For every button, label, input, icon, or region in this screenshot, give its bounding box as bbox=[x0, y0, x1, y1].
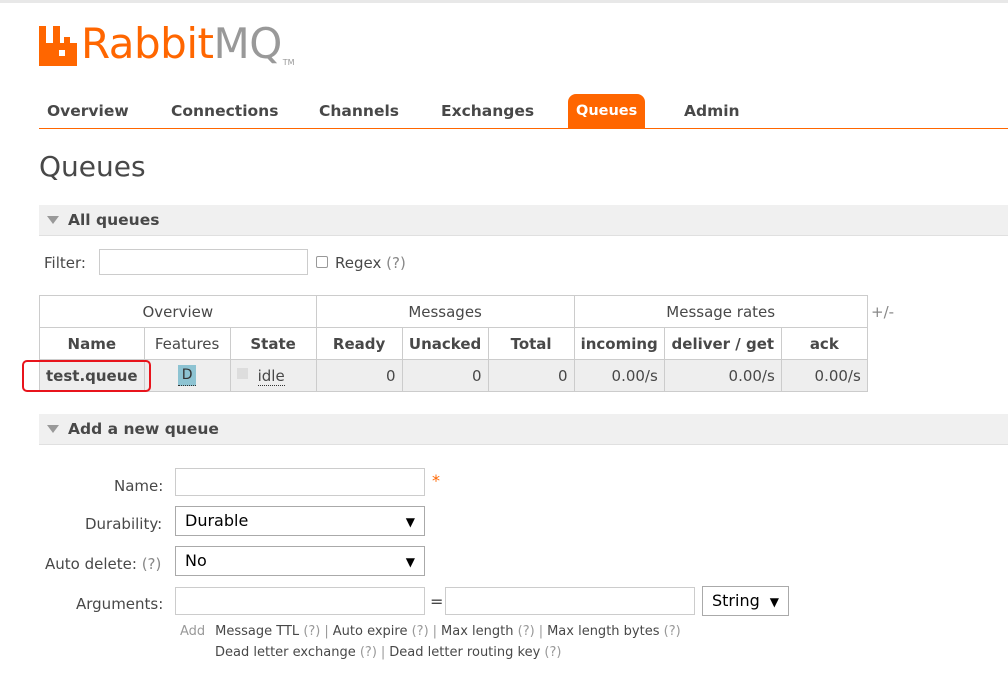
cell-ack: 0.00/s bbox=[780, 359, 868, 392]
col-ack[interactable]: ack bbox=[780, 327, 868, 360]
cell-incoming: 0.00/s bbox=[573, 359, 665, 392]
shortcut-auto-expire[interactable]: Auto expire bbox=[333, 624, 408, 639]
table-row: test.queue D idle 0 0 0 0.00/s 0.00/s 0.… bbox=[39, 359, 868, 392]
argument-shortcuts-line-1: Add Message TTL (?) | Auto expire (?) | Max l… bbox=[180, 624, 681, 639]
auto-delete-help[interactable]: (?) bbox=[142, 555, 162, 573]
all-queues-header[interactable]: All queues bbox=[39, 205, 1008, 236]
queue-state: idle bbox=[257, 366, 285, 386]
main-nav: Overview Connections Channels Exchanges … bbox=[39, 94, 1008, 129]
group-overview: Overview bbox=[39, 295, 317, 328]
col-incoming[interactable]: incoming bbox=[573, 327, 665, 360]
dropdown-arrow-icon: ▼ bbox=[405, 515, 415, 529]
collapse-triangle-icon bbox=[47, 425, 59, 433]
add-queue-heading: Add a new queue bbox=[68, 420, 219, 438]
add-label: Add bbox=[180, 624, 206, 639]
shortcut-message-ttl[interactable]: Message TTL bbox=[215, 624, 299, 639]
shortcut-dead-letter-exchange[interactable]: Dead letter exchange bbox=[215, 645, 356, 660]
rabbitmq-logo: RabbitMQ TM bbox=[39, 22, 295, 72]
tab-overview[interactable]: Overview bbox=[47, 94, 129, 128]
top-border bbox=[0, 0, 1008, 3]
regex-checkbox[interactable] bbox=[316, 256, 328, 268]
shortcut-max-length-bytes[interactable]: Max length bytes bbox=[547, 624, 659, 639]
cell-ready: 0 bbox=[315, 359, 403, 392]
durability-select[interactable]: Durable ▼ bbox=[175, 506, 425, 536]
shortcut-dead-letter-routing-key[interactable]: Dead letter routing key bbox=[389, 645, 540, 660]
tab-connections[interactable]: Connections bbox=[171, 94, 278, 128]
rabbitmq-logo-icon bbox=[39, 26, 77, 66]
state-indicator-icon bbox=[236, 367, 248, 379]
filter-input[interactable] bbox=[99, 249, 308, 275]
cell-deliver-get: 0.00/s bbox=[663, 359, 782, 392]
group-message-rates: Message rates bbox=[573, 295, 868, 328]
col-ready[interactable]: Ready bbox=[315, 327, 403, 360]
feature-durable-badge: D bbox=[177, 365, 197, 386]
collapse-triangle-icon bbox=[47, 216, 59, 224]
tab-channels[interactable]: Channels bbox=[319, 94, 399, 128]
col-deliver-get[interactable]: deliver / get bbox=[663, 327, 782, 360]
cell-unacked: 0 bbox=[401, 359, 489, 392]
col-total[interactable]: Total bbox=[487, 327, 575, 360]
add-queue-header[interactable]: Add a new queue bbox=[39, 414, 1008, 445]
name-label: Name: bbox=[114, 477, 164, 495]
group-messages: Messages bbox=[315, 295, 575, 328]
col-unacked[interactable]: Unacked bbox=[401, 327, 489, 360]
argument-shortcuts-line-2: Dead letter exchange (?) | Dead letter rou… bbox=[215, 645, 562, 660]
filter-label: Filter: bbox=[44, 254, 86, 272]
dropdown-arrow-icon: ▼ bbox=[405, 555, 415, 569]
shortcut-max-length[interactable]: Max length bbox=[441, 624, 513, 639]
logo-mq: MQ bbox=[213, 19, 282, 68]
col-name[interactable]: Name bbox=[39, 327, 145, 360]
regex-label: Regex (?) bbox=[335, 254, 406, 272]
argument-value-input[interactable] bbox=[445, 587, 695, 615]
page-title: Queues bbox=[39, 150, 146, 183]
queues-table: Overview Messages Message rates Name Fea… bbox=[39, 295, 868, 392]
logo-rabbit: Rabbit bbox=[81, 19, 214, 68]
all-queues-heading: All queues bbox=[68, 211, 160, 229]
tab-admin[interactable]: Admin bbox=[684, 94, 740, 128]
col-features[interactable]: Features bbox=[143, 327, 231, 360]
logo-tm: TM bbox=[282, 58, 295, 67]
dropdown-arrow-icon: ▼ bbox=[769, 595, 779, 609]
argument-type-select[interactable]: String ▼ bbox=[702, 586, 789, 616]
tab-queues[interactable]: Queues bbox=[568, 94, 646, 128]
arguments-label: Arguments: bbox=[76, 595, 164, 613]
auto-delete-select[interactable]: No ▼ bbox=[175, 546, 425, 576]
required-mark: * bbox=[432, 471, 440, 490]
regex-help[interactable]: (?) bbox=[386, 254, 406, 272]
cell-total: 0 bbox=[487, 359, 575, 392]
argument-key-input[interactable] bbox=[175, 587, 425, 615]
tab-exchanges[interactable]: Exchanges bbox=[441, 94, 534, 128]
auto-delete-label: Auto delete: (?) bbox=[45, 555, 162, 573]
col-state[interactable]: State bbox=[229, 327, 317, 360]
highlight-annotation bbox=[22, 360, 151, 392]
equals-sign: = bbox=[430, 592, 444, 611]
queue-name-input[interactable] bbox=[175, 468, 425, 496]
durability-label: Durability: bbox=[85, 515, 163, 533]
columns-toggle-link[interactable]: +/- bbox=[871, 303, 894, 321]
